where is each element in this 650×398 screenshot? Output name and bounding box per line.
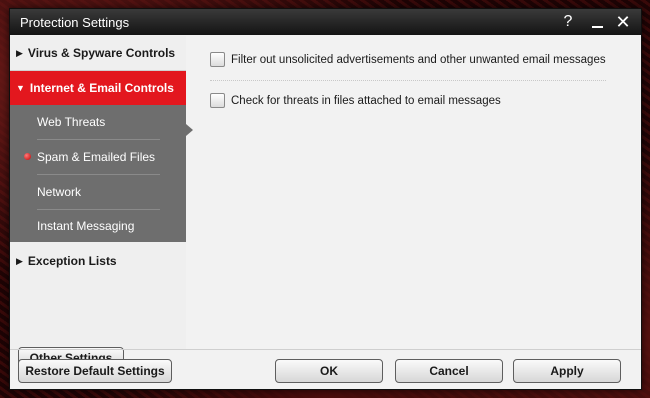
option-check-attachments[interactable]: Check for threats in files attached to e…	[210, 93, 501, 108]
ok-button[interactable]: OK	[275, 359, 383, 383]
filter-ads-checkbox[interactable]	[210, 52, 225, 67]
help-icon[interactable]: ?	[557, 11, 579, 33]
subnav-item-label: Spam & Emailed Files	[37, 150, 156, 164]
option-label: Check for threats in files attached to e…	[231, 94, 501, 107]
subnav-item-label: Instant Messaging	[37, 219, 135, 233]
subnav-item-label: Network	[37, 185, 82, 199]
subnav-item-web-threats[interactable]: Web Threats	[10, 105, 186, 139]
help-glyph: ?	[563, 13, 573, 30]
subnav-internet-email: Web Threats Spam & Emailed Files Network…	[10, 105, 186, 242]
sidebar-item-label: Exception Lists	[27, 254, 117, 268]
sidebar-item-virus-spyware[interactable]: ▶ Virus & Spyware Controls	[10, 36, 186, 71]
subnav-item-label: Web Threats	[37, 115, 106, 129]
apply-button[interactable]: Apply	[513, 359, 621, 383]
protection-settings-window: Protection Settings ? ✕ ▶ Virus & Spywar…	[9, 8, 642, 390]
selected-indicator-icon	[24, 153, 31, 160]
sidebar-item-internet-email[interactable]: ▼ Internet & Email Controls	[10, 71, 186, 105]
caret-right-icon: ▶	[16, 47, 23, 58]
check-attachments-checkbox[interactable]	[210, 93, 225, 108]
subnav-item-spam-emailed-files[interactable]: Spam & Emailed Files	[10, 140, 186, 174]
caret-down-icon: ▼	[16, 83, 25, 93]
sidebar: ▶ Virus & Spyware Controls ▼ Internet & …	[10, 36, 186, 368]
sidebar-item-label: Virus & Spyware Controls	[27, 46, 176, 60]
caret-right-icon: ▶	[16, 255, 23, 266]
sidebar-item-label: Internet & Email Controls	[29, 81, 174, 95]
minimize-bar	[591, 26, 603, 28]
selection-pointer-icon	[186, 124, 193, 136]
title-bar: Protection Settings ? ✕	[10, 9, 641, 35]
content-panel: Filter out unsolicited advertisements an…	[193, 36, 641, 349]
window-title: Protection Settings	[20, 15, 130, 30]
subnav-item-network[interactable]: Network	[10, 175, 186, 209]
minimize-icon[interactable]	[586, 11, 608, 33]
footer-divider	[10, 349, 641, 350]
option-filter-ads[interactable]: Filter out unsolicited advertisements an…	[210, 52, 606, 67]
subnav-item-instant-messaging[interactable]: Instant Messaging	[10, 209, 186, 243]
close-icon[interactable]: ✕	[612, 11, 634, 33]
close-glyph: ✕	[615, 12, 631, 32]
sidebar-item-exception-lists[interactable]: ▶ Exception Lists	[10, 244, 186, 278]
restore-default-settings-button[interactable]: Restore Default Settings	[18, 359, 172, 383]
option-divider	[210, 80, 606, 81]
option-label: Filter out unsolicited advertisements an…	[231, 53, 606, 66]
cancel-button[interactable]: Cancel	[395, 359, 503, 383]
